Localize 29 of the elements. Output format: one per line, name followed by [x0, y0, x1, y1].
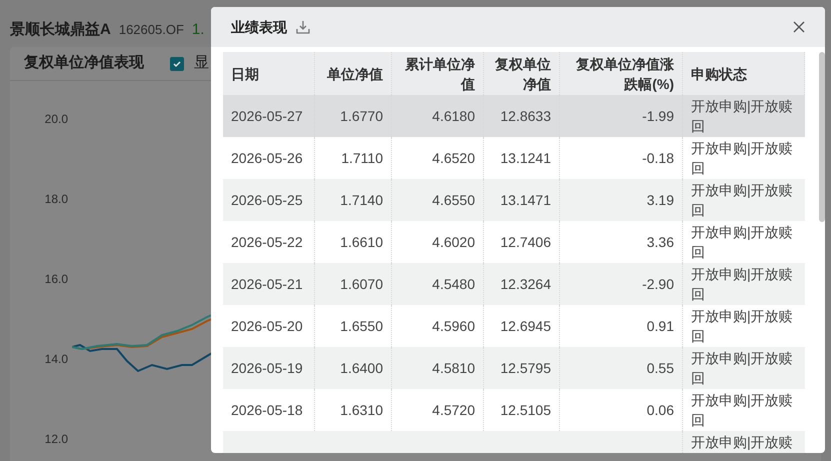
table-cell-text: 开放申购|开放赎: [690, 433, 794, 452]
table-row[interactable]: 2026-05-27 1.6770 4.6180 12.8633 -1.99 开放申购|开放赎回: [223, 95, 805, 137]
scrollbar[interactable]: [819, 52, 825, 222]
table-row[interactable]: 2026-05-25 1.7140 4.6550 13.1471 3.19 开放申购|开放赎回: [223, 179, 805, 221]
y-axis-label: 18.0: [44, 191, 68, 208]
y-axis-label: 20.0: [44, 111, 68, 128]
checkbox[interactable]: [170, 56, 184, 70]
table-cell-text: 开放申购|开放赎回: [690, 265, 794, 304]
nav-value: 1.: [192, 20, 204, 40]
download-icon[interactable]: [295, 19, 311, 35]
y-axis-label: 12.0: [44, 431, 68, 448]
check-icon: [172, 58, 182, 68]
table-cell-text: 开放申购|开放赎回: [690, 391, 794, 430]
table-cell-text: 开放申购|开放赎回: [690, 139, 794, 178]
fund-name: 景顺长城鼎益A: [10, 20, 111, 40]
table-row[interactable]: 2026-05-21 1.6070 4.5480 12.3264 -2.90 开放申购|开放赎回: [223, 263, 805, 305]
checkbox-label: 显: [194, 53, 209, 74]
y-axis-label: 16.0: [44, 271, 68, 288]
table-cell-text: 开放申购|开放赎回: [690, 97, 794, 136]
table-cell-text: 开放申购|开放赎回: [690, 223, 794, 262]
table-cell-text: 开放申购|开放赎回: [690, 181, 794, 220]
fund-code: 162605.OF: [118, 21, 184, 39]
y-axis-label: 14.0: [44, 351, 68, 368]
table-cell-text: 开放申购|开放赎回: [690, 349, 794, 388]
table-cell-text: 开放申购|开放赎回: [690, 307, 794, 346]
panel-title: 复权单位净值表现: [24, 53, 144, 74]
table-row[interactable]: 2026-05-19 1.6400 4.5810 12.5795 0.55 开放申购|开放赎回: [223, 347, 805, 389]
dialog-title: 业绩表现: [231, 18, 287, 36]
close-icon[interactable]: [793, 21, 805, 33]
